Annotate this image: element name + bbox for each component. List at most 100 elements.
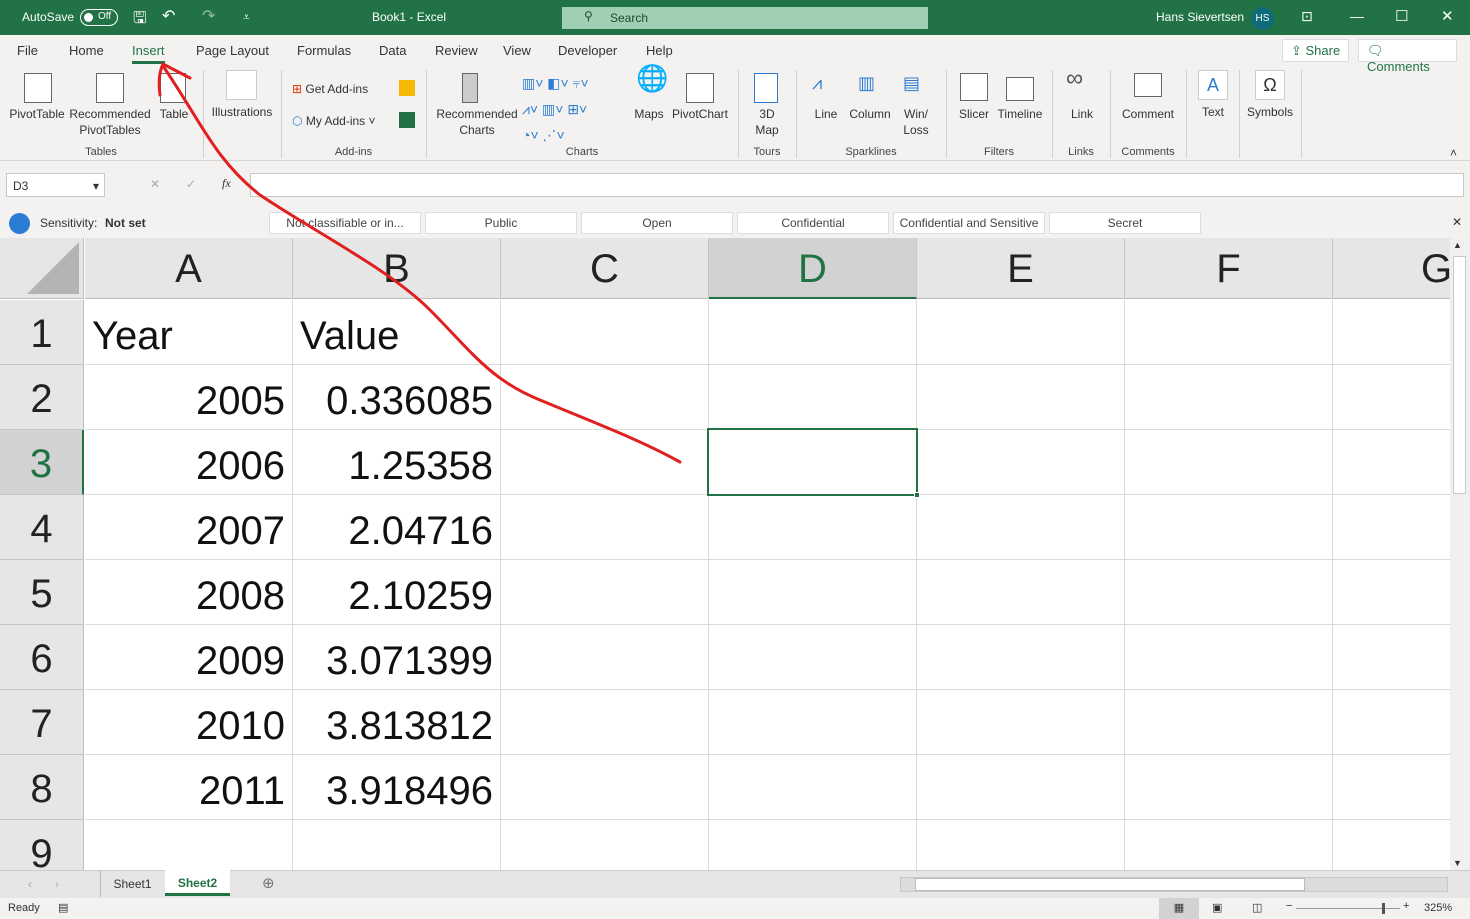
column-header-G[interactable]: G [1333,238,1450,299]
redo-icon[interactable]: ↷ [202,6,215,26]
cell-B9[interactable] [293,820,501,870]
next-sheet-icon[interactable]: › [55,877,59,891]
horizontal-scroll-thumb[interactable] [915,878,1305,891]
new-sheet-icon[interactable]: ⊕ [262,874,275,892]
share-button[interactable]: ⇪ Share [1282,39,1350,62]
row-header-2[interactable]: 2 [0,365,84,430]
cell-A2[interactable]: 2005 [85,365,293,430]
sensitivity-option[interactable]: Not classifiable or in... [269,212,421,234]
column-sparkline-button[interactable]: Column [846,106,894,122]
winloss-sparkline-button[interactable]: Win/ Loss [900,106,932,138]
cell-E8[interactable] [917,755,1125,820]
zoom-slider[interactable] [1296,903,1400,914]
cell-G6[interactable] [1333,625,1450,690]
row-header-5[interactable]: 5 [0,560,84,625]
worksheet-grid[interactable]: A B C D E F G 1 Year Value 2 2005 0.336085 3 2006 1.253… [0,238,1450,870]
maps-button[interactable]: Maps [632,106,666,122]
zoom-in-icon[interactable]: + [1403,900,1409,912]
cell-F1[interactable] [1125,300,1333,365]
cell-A4[interactable]: 2007 [85,495,293,560]
page-layout-view-icon[interactable]: ▣ [1212,901,1222,914]
bing-icon[interactable] [399,80,415,96]
zoom-out-icon[interactable]: − [1286,900,1292,912]
row-header-9[interactable]: 9 [0,820,84,870]
slicer-button[interactable]: Slicer [956,106,992,122]
horizontal-scrollbar[interactable] [900,877,1448,892]
tab-review[interactable]: Review [435,43,478,58]
cell-F7[interactable] [1125,690,1333,755]
cell-C3[interactable] [501,430,709,495]
cell-G9[interactable] [1333,820,1450,870]
sensitivity-option[interactable]: Confidential [737,212,889,234]
cell-C7[interactable] [501,690,709,755]
cell-G8[interactable] [1333,755,1450,820]
row-header-8[interactable]: 8 [0,755,84,820]
sheet-tab-sheet1[interactable]: Sheet1 [100,871,164,897]
save-icon[interactable]: 🖫 [133,7,147,34]
sheet-tab-sheet2[interactable]: Sheet2 [165,870,230,896]
select-all-button[interactable] [0,238,84,299]
name-box[interactable]: D3 ▾ [6,173,105,197]
row-header-4[interactable]: 4 [0,495,84,560]
cell-E2[interactable] [917,365,1125,430]
cell-D2[interactable] [709,365,917,430]
cell-C8[interactable] [501,755,709,820]
cell-D8[interactable] [709,755,917,820]
cell-E9[interactable] [917,820,1125,870]
autosave-toggle[interactable]: Off [80,9,118,26]
3d-map-button[interactable]: 3D Map [746,106,788,138]
vertical-scrollbar[interactable]: ▲ ▼ [1450,238,1470,870]
illustrations-button[interactable]: Illustrations [208,104,276,120]
cell-A9[interactable] [85,820,293,870]
cell-F4[interactable] [1125,495,1333,560]
row-header-3[interactable]: 3 [0,430,84,495]
normal-view-icon[interactable]: ▦ [1159,898,1199,919]
accessibility-icon[interactable]: ▤ [58,901,68,914]
cell-A6[interactable]: 2009 [85,625,293,690]
cell-B3[interactable]: 1.25358 [293,430,501,495]
link-button[interactable]: Link [1068,106,1096,122]
cell-F9[interactable] [1125,820,1333,870]
avatar[interactable]: HS [1251,7,1274,30]
cell-D6[interactable] [709,625,917,690]
people-graph-icon[interactable] [399,112,415,128]
maximize-icon[interactable]: ☐ [1395,7,1408,25]
cell-D7[interactable] [709,690,917,755]
tab-formulas[interactable]: Formulas [297,43,351,58]
tab-help[interactable]: Help [646,43,673,58]
cell-G3[interactable] [1333,430,1450,495]
cell-A5[interactable]: 2008 [85,560,293,625]
line-sparkline-button[interactable]: Line [812,106,840,122]
cell-A8[interactable]: 2011 [85,755,293,820]
text-button[interactable]: Text [1196,104,1230,120]
pivottable-button[interactable]: PivotTable [8,106,66,122]
cell-E6[interactable] [917,625,1125,690]
cell-F6[interactable] [1125,625,1333,690]
tab-page-layout[interactable]: Page Layout [196,43,269,58]
chart-type-icons[interactable]: ▥˅ ◧˅ ⫧˅ ⩘˅ ▥˅ ⊞˅ ◔˅ ⋰˅ [522,70,622,148]
close-sensitivity-icon[interactable]: ✕ [1452,215,1462,229]
timeline-button[interactable]: Timeline [996,106,1044,122]
column-header-E[interactable]: E [917,238,1125,299]
cell-E4[interactable] [917,495,1125,560]
cell-B2[interactable]: 0.336085 [293,365,501,430]
cancel-icon[interactable]: ✕ [150,177,160,191]
fill-handle[interactable] [914,492,920,498]
undo-icon[interactable]: ↶ [162,6,175,26]
cell-D1[interactable] [709,300,917,365]
ribbon-display-icon[interactable]: ⊡ [1301,8,1313,25]
recommended-pivottables-button[interactable]: Recommended PivotTables [68,106,152,138]
symbols-button[interactable]: Symbols [1244,104,1296,120]
enter-icon[interactable]: ✓ [186,177,196,191]
sensitivity-option[interactable]: Open [581,212,733,234]
scroll-up-icon[interactable]: ▲ [1453,240,1462,250]
cell-F5[interactable] [1125,560,1333,625]
formula-input[interactable] [250,173,1464,197]
cell-G1[interactable] [1333,300,1450,365]
my-addins-button[interactable]: ⬡ My Add-ins ˅ [292,113,376,129]
cell-E1[interactable] [917,300,1125,365]
cell-G2[interactable] [1333,365,1450,430]
tab-home[interactable]: Home [69,43,104,58]
column-header-F[interactable]: F [1125,238,1333,299]
tab-view[interactable]: View [503,43,531,58]
